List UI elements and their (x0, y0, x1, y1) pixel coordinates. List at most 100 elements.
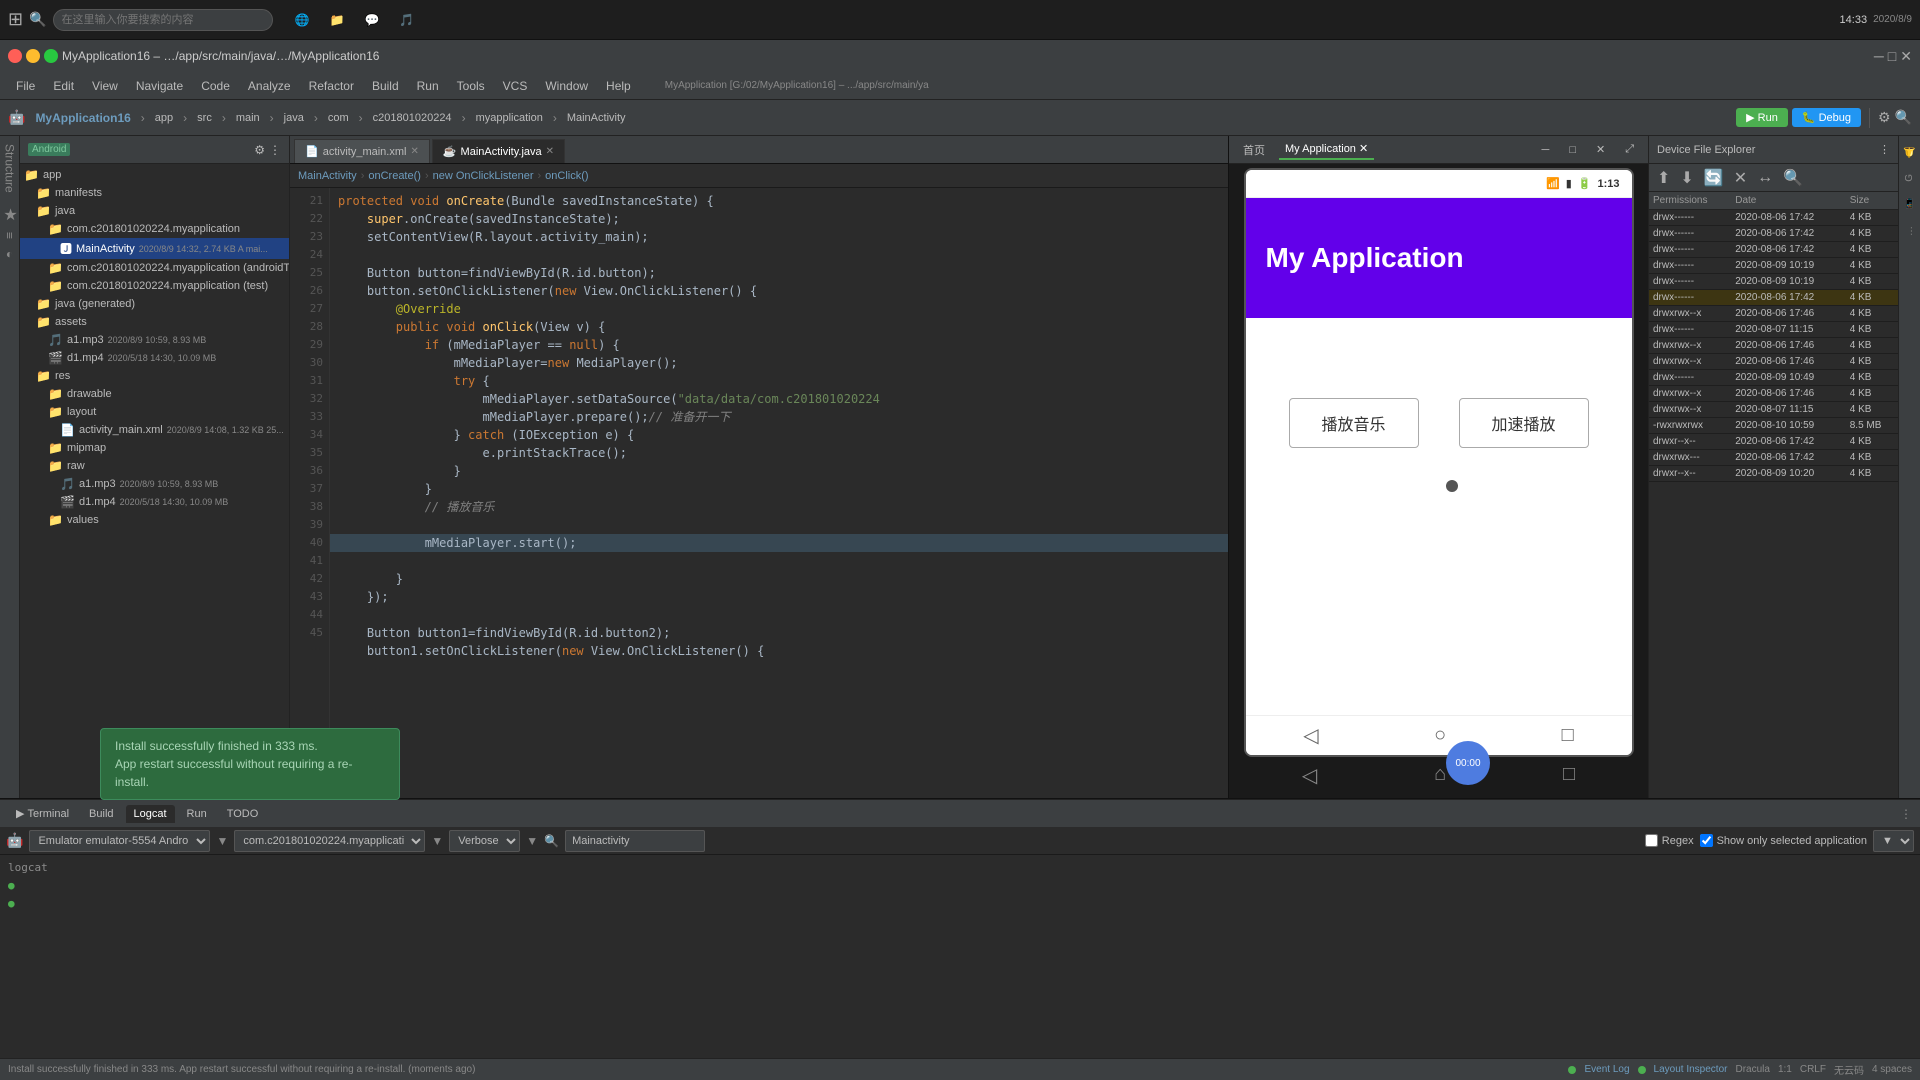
toolbar-settings-icon[interactable]: ⚙ (1878, 109, 1891, 126)
emu-minimize-icon[interactable]: ─ (1536, 141, 1556, 159)
file-row-12[interactable]: drwxrwx--x2020-08-07 11:154 KB (1649, 402, 1898, 418)
phone-btn-speed[interactable]: 加速播放 (1459, 398, 1589, 448)
sidebar-icon-gradle[interactable]: G (1902, 168, 1917, 188)
show-only-checkbox[interactable] (1700, 834, 1713, 847)
menu-build[interactable]: Build (364, 76, 407, 96)
toolbar-myapp[interactable]: myapplication (470, 110, 549, 126)
file-row-8[interactable]: drwxrwx--x2020-08-06 17:464 KB (1649, 338, 1898, 354)
win-max-button[interactable] (44, 49, 58, 63)
windows-logo-icon[interactable]: ⊞ (8, 9, 23, 30)
file-row-16[interactable]: drwxr--x--2020-08-09 10:204 KB (1649, 466, 1898, 482)
status-encoding[interactable]: 无云码 (1834, 1062, 1864, 1077)
tree-item-3[interactable]: 📁 com.c201801020224.myapplication (20, 220, 289, 238)
file-row-10[interactable]: drwx------2020-08-09 10:494 KB (1649, 370, 1898, 386)
tab-run[interactable]: Run (179, 805, 215, 823)
win-close-button[interactable] (8, 49, 22, 63)
menu-navigate[interactable]: Navigate (128, 76, 191, 96)
tree-item-4[interactable]: 🅹 MainActivity2020/8/9 14:32, 2.74 KB A … (20, 238, 289, 259)
tree-item-14[interactable]: 📄 activity_main.xml2020/8/9 14:08, 1.32 … (20, 421, 289, 439)
menu-analyze[interactable]: Analyze (240, 76, 299, 96)
breadcrumb-oncreate[interactable]: onCreate() (368, 170, 421, 182)
file-row-6[interactable]: drwxrwx--x2020-08-06 17:464 KB (1649, 306, 1898, 322)
tab-todo[interactable]: TODO (219, 805, 267, 823)
file-row-4[interactable]: drwx------2020-08-09 10:194 KB (1649, 274, 1898, 290)
phone-btn-play[interactable]: 播放音乐 (1289, 398, 1419, 448)
tab-xml-close[interactable]: ✕ (410, 146, 418, 157)
logcat-filter-input[interactable] (565, 830, 705, 852)
toolbar-pkg[interactable]: c201801020224 (367, 110, 458, 126)
tree-item-7[interactable]: 📁 java (generated) (20, 295, 289, 313)
toolbar-app[interactable]: app (149, 110, 179, 126)
emulator-dropdown[interactable]: Emulator emulator-5554 Andro (29, 830, 210, 852)
file-row-7[interactable]: drwx------2020-08-07 11:154 KB (1649, 322, 1898, 338)
toolbar-java[interactable]: java (278, 110, 310, 126)
run-button[interactable]: ▶ Run (1736, 108, 1788, 127)
emu-tab-home[interactable]: 首页 (1237, 139, 1271, 161)
tree-item-17[interactable]: 🎵 a1.mp32020/8/9 10:59, 8.93 MB (20, 475, 289, 493)
file-manager-options-icon[interactable]: ⋮ (1879, 143, 1890, 156)
os-search-input[interactable] (53, 9, 273, 31)
fm-refresh-icon[interactable]: 🔄 (1700, 166, 1728, 190)
tree-item-6[interactable]: 📁 com.c201801020224.myapplication (test) (20, 277, 289, 295)
sidebar-icon-device[interactable]: 📱 (1902, 192, 1917, 216)
fm-download-icon[interactable]: ⬇ (1676, 166, 1697, 190)
tree-item-12[interactable]: 📁 drawable (20, 385, 289, 403)
file-row-2[interactable]: drwx------2020-08-06 17:424 KB (1649, 242, 1898, 258)
tree-item-11[interactable]: 📁 res (20, 367, 289, 385)
win-min-button[interactable] (26, 49, 40, 63)
file-row-1[interactable]: drwx------2020-08-06 17:424 KB (1649, 226, 1898, 242)
tree-item-0[interactable]: 📁 app (20, 166, 289, 184)
file-row-3[interactable]: drwx------2020-08-09 10:194 KB (1649, 258, 1898, 274)
toolbar-search-icon[interactable]: 🔍 (1895, 109, 1912, 126)
float-circle[interactable]: 00:00 (1446, 741, 1490, 785)
ide-close-icon[interactable]: ✕ (1900, 48, 1912, 65)
toolbar-mainactivity[interactable]: MainActivity (561, 110, 632, 126)
menu-run[interactable]: Run (409, 76, 447, 96)
package-dropdown[interactable]: com.c201801020224.myapplicati (234, 830, 425, 852)
ide-minimize-icon[interactable]: ─ (1874, 48, 1884, 64)
toolbar-src[interactable]: src (191, 110, 218, 126)
fm-sync-icon[interactable]: ↔ (1753, 167, 1777, 189)
menu-tools[interactable]: Tools (449, 76, 493, 96)
menu-window[interactable]: Window (537, 76, 596, 96)
tree-item-16[interactable]: 📁 raw (20, 457, 289, 475)
tree-item-2[interactable]: 📁 java (20, 202, 289, 220)
left-icon-structure[interactable]: Structure (3, 140, 17, 197)
tree-item-8[interactable]: 📁 assets (20, 313, 289, 331)
file-row-9[interactable]: drwxrwx--x2020-08-06 17:464 KB (1649, 354, 1898, 370)
menu-edit[interactable]: Edit (45, 76, 82, 96)
taskbar-icon-folder[interactable]: 📁 (321, 10, 352, 30)
phone-back-icon[interactable]: ◁ (1303, 723, 1318, 748)
tab-build[interactable]: Build (81, 805, 121, 823)
fm-delete-icon[interactable]: ✕ (1730, 166, 1751, 190)
layout-inspector-link[interactable]: Layout Inspector (1654, 1064, 1728, 1075)
emu-tab-app[interactable]: My Application ✕ (1279, 139, 1374, 160)
fm-search-icon[interactable]: 🔍 (1779, 166, 1807, 190)
tab-mainactivity-java[interactable]: ☕ MainActivity.java ✕ (432, 139, 565, 163)
tree-item-15[interactable]: 📁 mipmap (20, 439, 289, 457)
left-icon-2[interactable]: ◐ (3, 247, 17, 261)
show-only-dropdown[interactable]: ▼ (1873, 830, 1914, 852)
tree-item-18[interactable]: 🎬 d1.mp42020/5/18 14:30, 10.09 MB (20, 493, 289, 511)
menu-help[interactable]: Help (598, 76, 639, 96)
menu-view[interactable]: View (84, 76, 126, 96)
status-crlf[interactable]: CRLF (1800, 1064, 1826, 1075)
ide-maximize-icon[interactable]: □ (1888, 48, 1896, 64)
project-settings-icon[interactable]: ⚙ (254, 143, 265, 157)
emu-maximize-icon[interactable]: □ (1563, 141, 1582, 159)
tab-terminal[interactable]: ▶ Terminal (8, 804, 77, 823)
file-row-0[interactable]: drwx------2020-08-06 17:424 KB (1649, 210, 1898, 226)
emu-back-icon[interactable]: ◁ (1302, 763, 1317, 788)
breadcrumb-mainactivity[interactable]: MainActivity (298, 170, 357, 182)
regex-checkbox[interactable] (1645, 834, 1658, 847)
breadcrumb-onclicklistener[interactable]: new OnClickListener (433, 170, 534, 182)
file-row-5[interactable]: drwx------2020-08-06 17:424 KB (1649, 290, 1898, 306)
bottom-options-icon[interactable]: ⋮ (1900, 807, 1912, 821)
taskbar-icon-chat[interactable]: 💬 (356, 10, 387, 30)
phone-recents-icon[interactable]: □ (1562, 724, 1574, 747)
breadcrumb-onclick[interactable]: onClick() (545, 170, 588, 182)
status-spaces[interactable]: 4 spaces (1872, 1064, 1912, 1075)
fm-upload-icon[interactable]: ⬆ (1653, 166, 1674, 190)
verbose-dropdown[interactable]: Verbose Debug Info Warn Error (449, 830, 520, 852)
sidebar-icon-more[interactable]: … (1902, 220, 1917, 242)
